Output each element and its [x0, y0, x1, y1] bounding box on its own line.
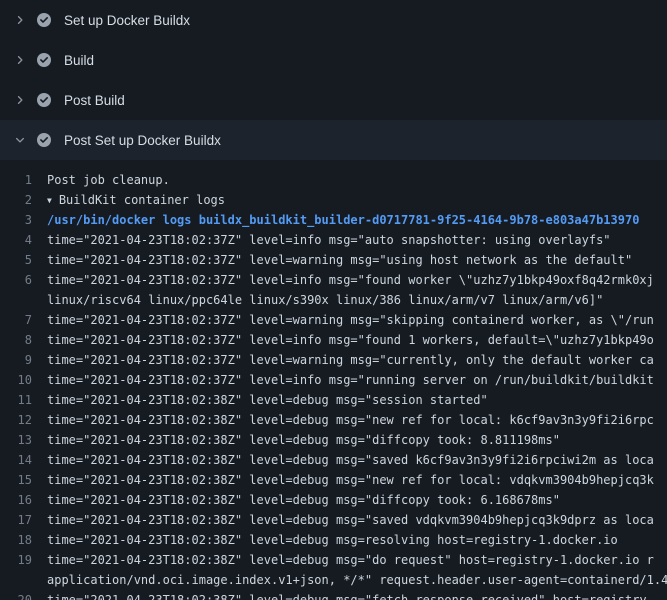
log-line: 14 time="2021-04-23T18:02:38Z" level=deb…	[0, 450, 667, 470]
log-line-text: time="2021-04-23T18:02:37Z" level=warnin…	[47, 350, 667, 370]
step-label: Post Set up Docker Buildx	[64, 133, 221, 148]
actions-log-viewer: Set up Docker Buildx Build P	[0, 0, 667, 600]
log-line-number[interactable]: 4	[0, 230, 47, 250]
log-line-number[interactable]: 7	[0, 310, 47, 330]
group-toggle-icon[interactable]: ▼	[47, 191, 52, 210]
log-line-number[interactable]	[0, 570, 47, 590]
log-line-number[interactable]: 17	[0, 510, 47, 530]
log-line: 19 time="2021-04-23T18:02:38Z" level=deb…	[0, 550, 667, 570]
log-line: 8 time="2021-04-23T18:02:37Z" level=info…	[0, 330, 667, 350]
chevron-right-icon	[12, 52, 28, 68]
log-line: 2 ▼ BuildKit container logs	[0, 190, 667, 210]
steps-list: Set up Docker Buildx Build P	[0, 0, 667, 160]
log-line-text: time="2021-04-23T18:02:38Z" level=debug …	[47, 490, 667, 510]
log-line-text: time="2021-04-23T18:02:38Z" level=debug …	[47, 590, 667, 600]
log-line-text: time="2021-04-23T18:02:37Z" level=info m…	[47, 330, 667, 350]
log-line-number[interactable]: 15	[0, 470, 47, 490]
log-line-text: time="2021-04-23T18:02:38Z" level=debug …	[47, 550, 667, 570]
log-line-number[interactable]: 2	[0, 190, 47, 210]
log-line-number[interactable]: 1	[0, 170, 47, 190]
log-line-text: time="2021-04-23T18:02:38Z" level=debug …	[47, 430, 667, 450]
log-line-number[interactable]: 6	[0, 270, 47, 290]
log-line-text: linux/riscv64 linux/ppc64le linux/s390x …	[47, 290, 667, 310]
log-line: 6 time="2021-04-23T18:02:37Z" level=info…	[0, 270, 667, 290]
group-label: BuildKit container logs	[59, 193, 225, 207]
log-line: 13 time="2021-04-23T18:02:38Z" level=deb…	[0, 430, 667, 450]
log-line-number[interactable]: 13	[0, 430, 47, 450]
check-circle-icon	[36, 132, 52, 148]
log-line-number[interactable]: 16	[0, 490, 47, 510]
log-line: 10 time="2021-04-23T18:02:37Z" level=inf…	[0, 370, 667, 390]
log-line-text: time="2021-04-23T18:02:37Z" level=info m…	[47, 230, 667, 250]
chevron-right-icon	[12, 92, 28, 108]
log-line: 16 time="2021-04-23T18:02:38Z" level=deb…	[0, 490, 667, 510]
log-line-text: time="2021-04-23T18:02:38Z" level=debug …	[47, 450, 667, 470]
chevron-down-icon	[12, 132, 28, 148]
log-line-text: time="2021-04-23T18:02:38Z" level=debug …	[47, 530, 667, 550]
log-line-text: time="2021-04-23T18:02:38Z" level=debug …	[47, 470, 667, 490]
log-line: 3 /usr/bin/docker logs buildx_buildkit_b…	[0, 210, 667, 230]
log-line: 5 time="2021-04-23T18:02:37Z" level=warn…	[0, 250, 667, 270]
log-line-number[interactable]: 12	[0, 410, 47, 430]
log-line: 15 time="2021-04-23T18:02:38Z" level=deb…	[0, 470, 667, 490]
log-line-text: time="2021-04-23T18:02:37Z" level=info m…	[47, 370, 667, 390]
step-label: Build	[64, 53, 94, 68]
log-line: 9 time="2021-04-23T18:02:37Z" level=warn…	[0, 350, 667, 370]
log-line: linux/riscv64 linux/ppc64le linux/s390x …	[0, 290, 667, 310]
log-line-text: time="2021-04-23T18:02:38Z" level=debug …	[47, 510, 667, 530]
log-line-number[interactable]: 3	[0, 210, 47, 230]
log-line-number[interactable]	[0, 290, 47, 310]
log-line-number[interactable]: 8	[0, 330, 47, 350]
log-line-text: time="2021-04-23T18:02:37Z" level=warnin…	[47, 310, 667, 330]
log-line-number[interactable]: 10	[0, 370, 47, 390]
log-line-number[interactable]: 9	[0, 350, 47, 370]
log-line-number[interactable]: 14	[0, 450, 47, 470]
log-line-text: ▼ BuildKit container logs	[47, 190, 667, 210]
log-line: 1 Post job cleanup.	[0, 170, 667, 190]
step-header[interactable]: Set up Docker Buildx	[0, 0, 667, 40]
log-line: 11 time="2021-04-23T18:02:38Z" level=deb…	[0, 390, 667, 410]
log-line-text: application/vnd.oci.image.index.v1+json,…	[47, 570, 667, 590]
step-header[interactable]: Build	[0, 40, 667, 80]
log-line: 18 time="2021-04-23T18:02:38Z" level=deb…	[0, 530, 667, 550]
log-line: 4 time="2021-04-23T18:02:37Z" level=info…	[0, 230, 667, 250]
log-line-text: Post job cleanup.	[47, 170, 667, 190]
log-lines: 1 Post job cleanup. 2 ▼ BuildKit containe…	[0, 160, 667, 600]
step-label: Set up Docker Buildx	[64, 13, 190, 28]
log-line-number[interactable]: 18	[0, 530, 47, 550]
step-header[interactable]: Post Set up Docker Buildx	[0, 120, 667, 160]
log-line-text: time="2021-04-23T18:02:37Z" level=warnin…	[47, 250, 667, 270]
chevron-right-icon	[12, 12, 28, 28]
log-line-text: time="2021-04-23T18:02:37Z" level=info m…	[47, 270, 667, 290]
log-line-text: time="2021-04-23T18:02:38Z" level=debug …	[47, 410, 667, 430]
check-circle-icon	[36, 12, 52, 28]
log-line-text: time="2021-04-23T18:02:38Z" level=debug …	[47, 390, 667, 410]
log-line: 7 time="2021-04-23T18:02:37Z" level=warn…	[0, 310, 667, 330]
log-line-text: /usr/bin/docker logs buildx_buildkit_bui…	[47, 210, 667, 230]
log-line: 12 time="2021-04-23T18:02:38Z" level=deb…	[0, 410, 667, 430]
log-line: 20 time="2021-04-23T18:02:38Z" level=deb…	[0, 590, 667, 600]
log-line: 17 time="2021-04-23T18:02:38Z" level=deb…	[0, 510, 667, 530]
log-line-number[interactable]: 11	[0, 390, 47, 410]
check-circle-icon	[36, 92, 52, 108]
log-line-number[interactable]: 19	[0, 550, 47, 570]
check-circle-icon	[36, 52, 52, 68]
log-line: application/vnd.oci.image.index.v1+json,…	[0, 570, 667, 590]
log-line-number[interactable]: 20	[0, 590, 47, 600]
step-header[interactable]: Post Build	[0, 80, 667, 120]
step-label: Post Build	[64, 93, 125, 108]
log-line-number[interactable]: 5	[0, 250, 47, 270]
